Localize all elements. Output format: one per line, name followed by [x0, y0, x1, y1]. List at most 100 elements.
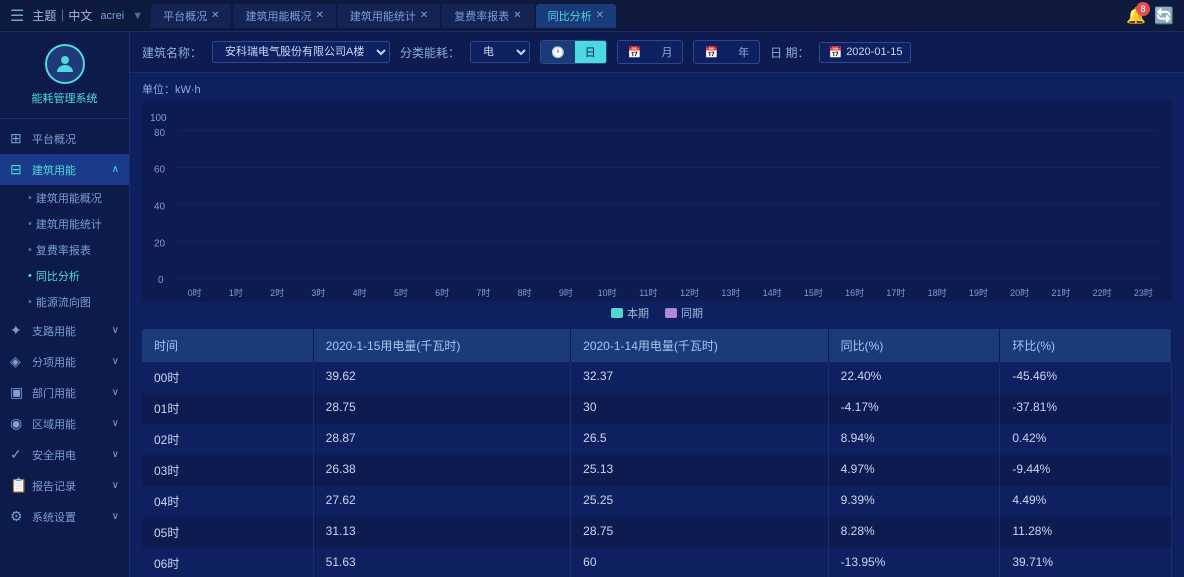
chart-area: 单位：kW·h 0 20 40 60 80 100	[130, 73, 1184, 329]
x-label-3: 3时	[298, 286, 339, 299]
category-select[interactable]: 电	[470, 41, 530, 63]
avatar	[45, 44, 85, 84]
table-row: 03时26.3825.134.97%-9.44%	[142, 455, 1172, 486]
sidebar-item-platform-label: 平台概况	[32, 131, 76, 147]
x-label-6: 6时	[422, 286, 463, 299]
table-cell: -9.44%	[1000, 455, 1172, 486]
sidebar-item-energy-flow[interactable]: 能源流向图	[20, 289, 129, 315]
period-year-btn[interactable]: 年	[728, 41, 759, 63]
tab-close-icon[interactable]: ✕	[315, 10, 323, 21]
legend-prev: 同期	[665, 305, 703, 321]
table-cell: 28.87	[314, 424, 572, 455]
x-label-10: 10时	[587, 286, 628, 299]
building-select[interactable]: 安科瑞电气股份有限公司A楼	[212, 41, 390, 63]
x-label-18: 18时	[917, 286, 958, 299]
sidebar-system-name: 能耗管理系统	[32, 90, 98, 106]
sidebar-item-branch[interactable]: ✦ 支路用能 ∨	[0, 315, 129, 346]
x-label-0: 0时	[174, 286, 215, 299]
sidebar-item-tariff-report[interactable]: 复费率报表	[20, 237, 129, 263]
svg-text:80: 80	[154, 128, 166, 139]
settings-icon: ⚙	[10, 508, 26, 525]
sidebar-item-building-overview[interactable]: 建筑用能概况	[20, 185, 129, 211]
table-cell: -13.95%	[829, 548, 1001, 577]
tab-close-icon[interactable]: ✕	[596, 10, 604, 21]
zone-expand-icon: ∨	[112, 418, 119, 429]
topbar-tab-同比分析[interactable]: 同比分析✕	[536, 4, 616, 28]
sidebar-item-yoy[interactable]: 同比分析	[20, 263, 129, 289]
table-cell: 26.38	[314, 455, 572, 486]
tab-close-icon[interactable]: ✕	[211, 10, 219, 21]
x-label-14: 14时	[752, 286, 793, 299]
sidebar-item-settings[interactable]: ⚙ 系统设置 ∨	[0, 501, 129, 532]
topbar-tab-建筑用能概况[interactable]: 建筑用能概况✕	[233, 4, 335, 28]
chart-wrapper: 0 20 40 60 80 100 0时1时2时3时4时5时6时7时8时9时10…	[142, 101, 1172, 301]
notification-badge: 8	[1136, 2, 1150, 16]
topbar: ☰ 主题｜中文 acrei ▼ 平台概况✕建筑用能概况✕建筑用能统计✕复费率报表…	[0, 0, 1184, 32]
table-header-cell: 2020-1-15用电量(千瓦时)	[314, 329, 572, 362]
x-label-23: 23时	[1123, 286, 1164, 299]
period-month-btn[interactable]: 月	[651, 41, 682, 63]
topbar-tab-平台概况[interactable]: 平台概况✕	[151, 4, 231, 28]
topbar-icons: 🔔 8 🔄	[1126, 6, 1174, 26]
date-value: 2020-01-15	[846, 46, 902, 58]
x-label-9: 9时	[545, 286, 586, 299]
table-cell: 00时	[142, 362, 314, 393]
x-label-17: 17时	[875, 286, 916, 299]
building-subnav: 建筑用能概况 建筑用能统计 复费率报表 同比分析 能源流向图	[0, 185, 129, 315]
topbar-tab-复费率报表[interactable]: 复费率报表✕	[442, 4, 533, 28]
x-label-7: 7时	[463, 286, 504, 299]
date-picker[interactable]: 📅 2020-01-15	[819, 42, 911, 63]
sidebar-item-category[interactable]: ◈ 分项用能 ∨	[0, 346, 129, 377]
table-cell: 11.28%	[1000, 517, 1172, 548]
sidebar-item-building-stats[interactable]: 建筑用能统计	[20, 211, 129, 237]
sidebar-item-reports[interactable]: 📋 报告记录 ∨	[0, 470, 129, 501]
x-label-13: 13时	[710, 286, 751, 299]
menu-icon[interactable]: ☰	[10, 6, 24, 26]
period-month-icon[interactable]: 📅	[618, 41, 652, 63]
chart-unit: 单位：kW·h	[142, 81, 1172, 97]
table-cell: 31.13	[314, 517, 572, 548]
sidebar-item-building-label: 建筑用能	[32, 162, 76, 178]
table-cell: 25.25	[571, 486, 829, 517]
tab-close-icon[interactable]: ✕	[420, 10, 428, 21]
tab-close-icon[interactable]: ✕	[513, 10, 521, 21]
sidebar-item-dept[interactable]: ▣ 部门用能 ∨	[0, 377, 129, 408]
legend-current: 本期	[611, 305, 649, 321]
table-cell: 39.71%	[1000, 548, 1172, 577]
table-cell: 03时	[142, 455, 314, 486]
legend-current-dot	[611, 308, 623, 318]
period-icon-btn[interactable]: 🕐	[541, 41, 575, 63]
table-cell: -37.81%	[1000, 393, 1172, 424]
chart-legend: 本期 同期	[142, 305, 1172, 321]
layout: 能耗管理系统 ⊞ 平台概况 ⊟ 建筑用能 ∧ 建筑用能概况 建筑用能统计 复费率…	[0, 32, 1184, 577]
refresh-button[interactable]: 🔄	[1154, 6, 1174, 26]
topbar-tab-建筑用能统计[interactable]: 建筑用能统计✕	[338, 4, 440, 28]
sidebar-item-zone[interactable]: ◉ 区域用能 ∨	[0, 408, 129, 439]
topbar-user: acrei	[100, 10, 124, 22]
period-day-btn[interactable]: 日	[575, 41, 606, 63]
sidebar-item-category-label: 分项用能	[32, 354, 76, 370]
table-cell: 8.28%	[829, 517, 1001, 548]
toolbar: 建筑名称： 安科瑞电气股份有限公司A楼 分类能耗： 电 🕐 日 📅 月 📅 年 …	[130, 32, 1184, 73]
sidebar-item-safety[interactable]: ✓ 安全用电 ∨	[0, 439, 129, 470]
table-cell: 27.62	[314, 486, 572, 517]
svg-text:60: 60	[154, 165, 166, 176]
table-header-cell: 时间	[142, 329, 314, 362]
table-cell: 25.13	[571, 455, 829, 486]
period-year-icon[interactable]: 📅	[694, 41, 728, 63]
branch-expand-icon: ∨	[112, 325, 119, 336]
svg-text:100: 100	[150, 113, 167, 124]
category-icon: ◈	[10, 353, 26, 370]
table-row: 00时39.6232.3722.40%-45.46%	[142, 362, 1172, 393]
sidebar-item-platform[interactable]: ⊞ 平台概况	[0, 123, 129, 154]
x-label-8: 8时	[504, 286, 545, 299]
notification-button[interactable]: 🔔 8	[1126, 6, 1146, 26]
table-cell: 30	[571, 393, 829, 424]
table-cell: 4.49%	[1000, 486, 1172, 517]
x-label-12: 12时	[669, 286, 710, 299]
table-row: 05时31.1328.758.28%11.28%	[142, 517, 1172, 548]
safety-expand-icon: ∨	[112, 449, 119, 460]
sidebar-item-building[interactable]: ⊟ 建筑用能 ∧	[0, 154, 129, 185]
category-label: 分类能耗：	[400, 44, 460, 61]
x-label-1: 1时	[215, 286, 256, 299]
